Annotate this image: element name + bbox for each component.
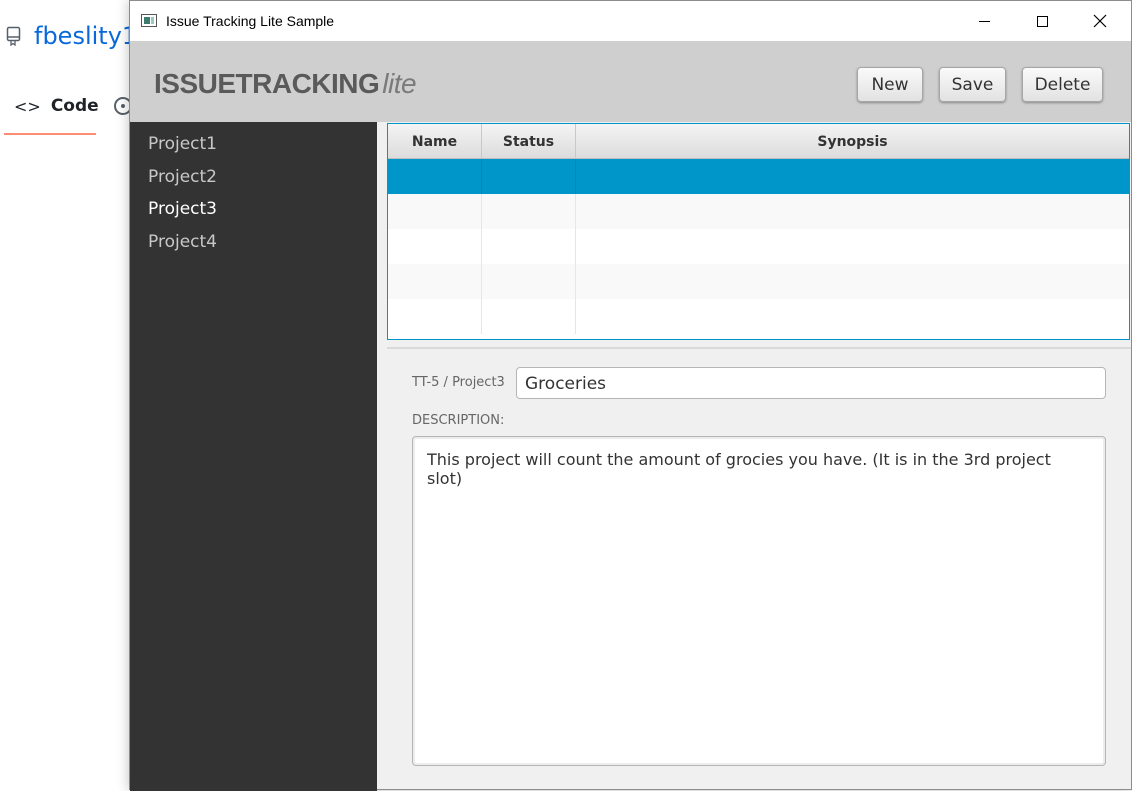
cell-name	[388, 229, 482, 264]
repo-name-link[interactable]: fbeslity1	[34, 22, 137, 50]
description-textarea[interactable]: This project will count the amount of gr…	[412, 436, 1106, 766]
project-item-2[interactable]: Project2	[148, 167, 217, 187]
window-titlebar[interactable]: Issue Tracking Lite Sample	[130, 1, 1131, 41]
column-header-synopsis[interactable]: Synopsis	[576, 124, 1129, 159]
minimize-icon	[978, 20, 990, 22]
cell-status	[482, 229, 576, 264]
app-logo: ISSUETRACKING lite	[154, 68, 417, 100]
issues-table: Name Status Synopsis	[387, 123, 1130, 340]
table-row[interactable]	[388, 264, 1129, 299]
delete-button[interactable]: Delete	[1022, 67, 1103, 102]
split-divider[interactable]	[387, 347, 1131, 349]
tab-code-label: Code	[50, 96, 99, 116]
logo-strong-text: ISSUETRACKING	[154, 68, 380, 99]
cell-status	[482, 159, 576, 194]
column-header-name[interactable]: Name	[388, 124, 482, 159]
cell-name	[388, 194, 482, 229]
close-button[interactable]	[1071, 1, 1129, 41]
project-item-1[interactable]: Project1	[148, 134, 217, 154]
table-row[interactable]	[388, 194, 1129, 229]
minimize-button[interactable]	[955, 1, 1013, 41]
project-list: Project1 Project2 Project3 Project4	[130, 122, 377, 791]
app-icon	[141, 14, 157, 27]
cell-synopsis	[576, 159, 1129, 194]
code-brackets-icon: <>	[14, 96, 41, 116]
table-row[interactable]	[388, 299, 1129, 334]
new-button[interactable]: New	[857, 67, 923, 102]
tab-code[interactable]: <> Code	[14, 96, 99, 116]
description-label: DESCRIPTION:	[412, 413, 505, 428]
repo-header: fbeslity1	[6, 22, 137, 50]
cell-synopsis	[576, 264, 1129, 299]
column-header-status[interactable]: Status	[482, 124, 576, 159]
cell-synopsis	[576, 229, 1129, 264]
logo-lite-text: lite	[382, 68, 417, 99]
maximize-button[interactable]	[1013, 1, 1071, 41]
repo-icon	[6, 26, 21, 46]
cell-name	[388, 159, 482, 194]
synopsis-input[interactable]: Groceries	[516, 367, 1106, 399]
cell-name	[388, 299, 482, 334]
close-icon	[1093, 14, 1107, 28]
table-row[interactable]	[388, 159, 1129, 194]
table-row[interactable]	[388, 229, 1129, 264]
window-title: Issue Tracking Lite Sample	[166, 13, 335, 29]
project-item-4[interactable]: Project4	[148, 232, 217, 252]
table-header: Name Status Synopsis	[388, 124, 1129, 159]
cell-synopsis	[576, 299, 1129, 334]
tab-code-underline	[4, 133, 96, 135]
cell-synopsis	[576, 194, 1129, 229]
cell-name	[388, 264, 482, 299]
issue-id-label: TT-5 / Project3	[412, 375, 505, 390]
save-button[interactable]: Save	[939, 67, 1006, 102]
project-item-3[interactable]: Project3	[148, 199, 217, 219]
app-window: Issue Tracking Lite Sample ISSUETRACKING…	[129, 0, 1132, 791]
cell-status	[482, 264, 576, 299]
app-header: ISSUETRACKING lite New Save Delete	[130, 41, 1131, 122]
maximize-icon	[1036, 15, 1048, 27]
cell-status	[482, 299, 576, 334]
cell-status	[482, 194, 576, 229]
